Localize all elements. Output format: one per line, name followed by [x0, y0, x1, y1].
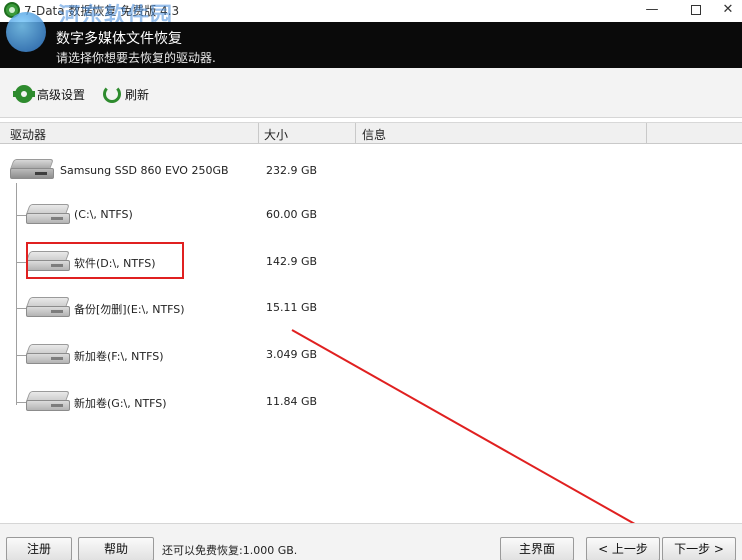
register-button[interactable]: 注册: [6, 537, 72, 560]
refresh-label: 刷新: [125, 87, 150, 102]
tree-branch: [16, 402, 26, 403]
annotation-highlight-box: [26, 242, 184, 279]
maximize-icon: [691, 5, 701, 15]
column-header-info[interactable]: 信息: [362, 126, 386, 143]
partition-size: 60.00 GB: [266, 208, 318, 221]
main-menu-button[interactable]: 主界面: [500, 537, 574, 560]
window-titlebar: 7-Data 数据恢复 免费版 4.3 河东软件园 — ✕: [0, 0, 742, 29]
partition-size: 15.11 GB: [266, 301, 318, 314]
toolbar: 高级设置 刷新: [0, 68, 742, 118]
partition-drive-icon: [26, 391, 70, 413]
tree-branch: [16, 308, 26, 309]
free-quota-status: 还可以免费恢复:1.000 GB.: [162, 544, 298, 557]
partition-size: 142.9 GB: [266, 255, 318, 268]
partition-drive-icon: [26, 344, 70, 366]
logo-badge-icon: [6, 12, 46, 52]
partition-size: 11.84 GB: [266, 395, 318, 408]
table-header: 驱动器 大小 信息: [0, 122, 742, 144]
column-divider[interactable]: [646, 123, 647, 144]
partition-label: 备份[勿删](E:\, NTFS): [74, 303, 185, 316]
help-button[interactable]: 帮助: [78, 537, 154, 560]
partition-size: 3.049 GB: [266, 348, 318, 361]
drive-row-ssd[interactable]: Samsung SSD 860 EVO 250GB 232.9 GB: [0, 151, 742, 191]
close-button[interactable]: ✕: [708, 0, 742, 22]
ssd-drive-icon: [10, 159, 54, 181]
drive-list: Samsung SSD 860 EVO 250GB 232.9 GB (C:\,…: [0, 145, 742, 523]
gear-icon: [13, 84, 35, 104]
refresh-icon: [102, 84, 122, 104]
advanced-settings-label: 高级设置: [37, 87, 86, 102]
column-divider[interactable]: [355, 123, 356, 144]
advanced-settings-button[interactable]: 高级设置: [13, 84, 86, 104]
header-title: 数字多媒体文件恢复: [56, 31, 182, 47]
tree-branch: [16, 215, 26, 216]
header-logo: [6, 12, 50, 64]
tree-branch: [16, 355, 26, 356]
previous-step-button[interactable]: < 上一步: [586, 537, 660, 560]
tree-branch: [16, 262, 26, 263]
column-header-drive[interactable]: 驱动器: [10, 126, 46, 143]
partition-row-c[interactable]: (C:\, NTFS) 60.00 GB: [0, 195, 742, 235]
column-header-size[interactable]: 大小: [264, 126, 288, 143]
minimize-button[interactable]: —: [632, 0, 672, 22]
partition-row-f[interactable]: 新加卷(F:\, NTFS) 3.049 GB: [0, 335, 742, 375]
partition-row-g[interactable]: 新加卷(G:\, NTFS) 11.84 GB: [0, 382, 742, 422]
partition-drive-icon: [26, 297, 70, 319]
refresh-button[interactable]: 刷新: [102, 84, 149, 104]
partition-row-e[interactable]: 备份[勿删](E:\, NTFS) 15.11 GB: [0, 288, 742, 328]
next-step-button[interactable]: 下一步 >: [662, 537, 736, 560]
header-subtitle: 请选择你想要去恢复的驱动器.: [56, 51, 216, 65]
app-header: 数字多媒体文件恢复 请选择你想要去恢复的驱动器.: [0, 12, 742, 68]
partition-label: 新加卷(G:\, NTFS): [74, 397, 167, 410]
drive-label: Samsung SSD 860 EVO 250GB: [60, 164, 229, 177]
column-divider[interactable]: [258, 123, 259, 144]
partition-drive-icon: [26, 204, 70, 226]
partition-label: 新加卷(F:\, NTFS): [74, 350, 164, 363]
drive-size: 232.9 GB: [266, 164, 318, 177]
bottom-bar: 注册 帮助 还可以免费恢复:1.000 GB. 主界面 < 上一步 下一步 >: [0, 523, 742, 560]
partition-label: (C:\, NTFS): [74, 208, 133, 221]
